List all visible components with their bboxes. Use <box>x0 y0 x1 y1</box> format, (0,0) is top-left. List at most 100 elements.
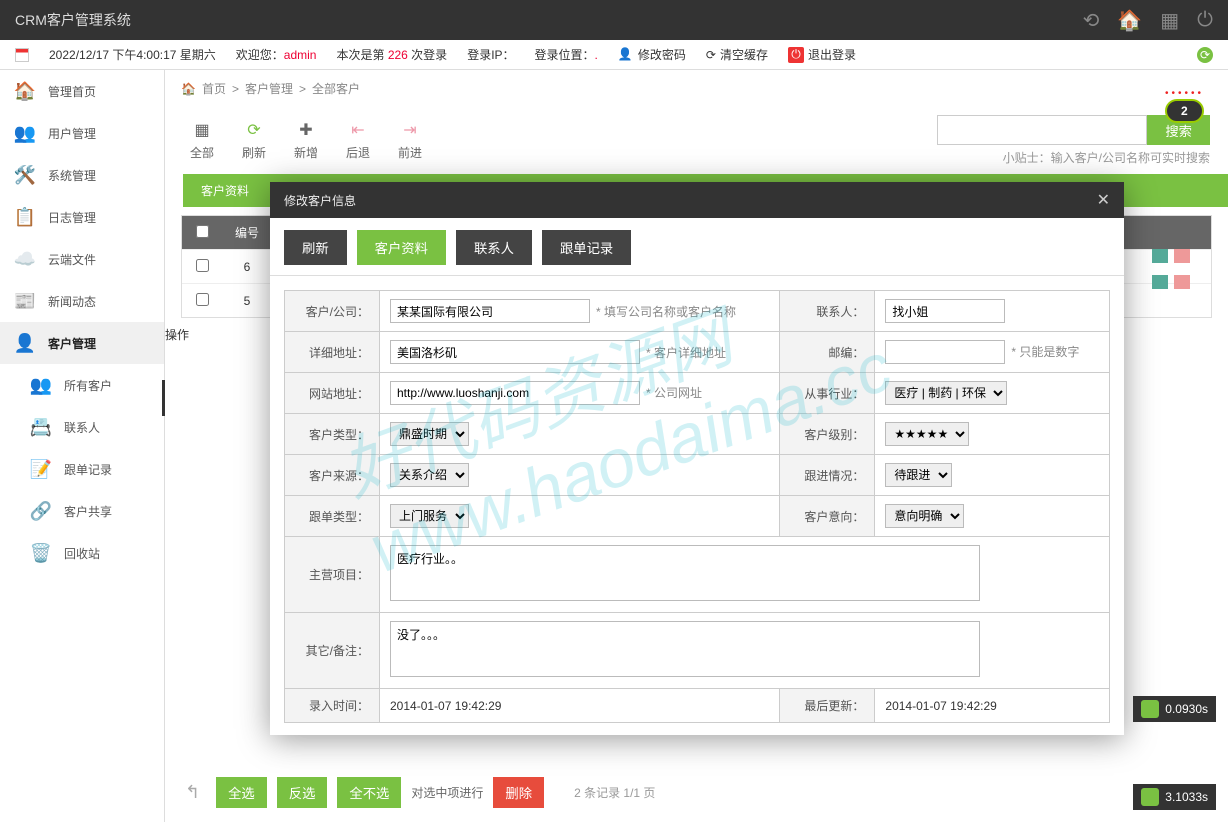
follow-type-select[interactable]: 上门服务 <box>390 504 469 528</box>
bc-p1[interactable]: 客户管理 <box>245 80 293 97</box>
apps-icon[interactable]: ▦ <box>1160 8 1179 33</box>
main-biz-textarea[interactable]: 医疗行业。。 <box>390 545 980 601</box>
infobar: 2022/12/17 下午4:00:17 星期六 欢迎您：admin 本次是第 … <box>0 40 1228 70</box>
app-title: CRM客户管理系统 <box>15 10 1083 30</box>
select-none-button[interactable]: 全不选 <box>337 777 401 808</box>
intent-select[interactable]: 意向明确 <box>885 504 964 528</box>
delete-icon[interactable] <box>1174 249 1190 263</box>
type-select[interactable]: 鼎盛时期 <box>390 422 469 446</box>
remark-textarea[interactable]: 没了。。。 <box>390 621 980 677</box>
select-all-checkbox[interactable] <box>196 225 209 238</box>
note-icon: 📝 <box>30 458 52 480</box>
edit-icon[interactable] <box>1152 249 1168 263</box>
tab-followups[interactable]: 跟单记录 <box>542 230 631 265</box>
power-small-icon: ⏻ <box>788 47 804 63</box>
log-icon: 📋 <box>14 206 36 228</box>
tool-all[interactable]: ▦全部 <box>183 120 221 161</box>
sidebar-item-system[interactable]: 🛠️系统管理 <box>0 154 164 196</box>
zip-input[interactable] <box>885 340 1005 364</box>
sidebar-item-logs[interactable]: 📋日志管理 <box>0 196 164 238</box>
notif-count: 2 <box>1165 99 1204 123</box>
home-icon[interactable]: 🏠 <box>1117 8 1142 33</box>
sidebar-item-cloud[interactable]: ☁️云端文件 <box>0 238 164 280</box>
trash-icon: 🗑️ <box>30 542 52 564</box>
breadcrumb: 🏠 首页 > 客户管理 > 全部客户 <box>165 70 1228 107</box>
address-hint: * 客户详细地址 <box>646 346 726 360</box>
lbl-main-biz: 主营项目： <box>285 537 380 613</box>
sidebar-item-home[interactable]: 🏠管理首页 <box>0 70 164 112</box>
delete-icon[interactable] <box>1174 275 1190 289</box>
sidebar-item-trash[interactable]: 🗑️回收站 <box>0 532 164 574</box>
modal-timer-badge: 0.0930s <box>1133 696 1216 722</box>
clear-cache-link[interactable]: ⟳清空缓存 <box>706 46 768 63</box>
modal-header: 修改客户信息 ✕ <box>270 182 1124 218</box>
delete-button[interactable]: 删除 <box>493 777 544 808</box>
power-icon[interactable]: ⏻ <box>1197 9 1213 32</box>
lbl-website: 网站地址： <box>285 373 380 414</box>
tool-add[interactable]: ✚新增 <box>287 120 325 161</box>
level-select[interactable]: ★★★★★ <box>885 422 969 446</box>
sidebar-item-contacts[interactable]: 📇联系人 <box>0 406 164 448</box>
sync-icon[interactable]: ⟲ <box>1083 8 1100 33</box>
sidebar-item-users[interactable]: 👥用户管理 <box>0 112 164 154</box>
customer-icon: 👤 <box>14 332 36 354</box>
address-input[interactable] <box>390 340 640 364</box>
up-arrow-icon: ↰ <box>185 782 200 803</box>
lbl-company: 客户/公司： <box>285 291 380 332</box>
row-checkbox[interactable] <box>196 259 209 272</box>
contact-input[interactable] <box>885 299 1005 323</box>
tab-contacts[interactable]: 联系人 <box>456 230 532 265</box>
sidebar-item-share[interactable]: 🔗客户共享 <box>0 490 164 532</box>
sidebar-item-all-customers[interactable]: 👥所有客户 <box>0 364 164 406</box>
created-value: 2014-01-07 19:42:29 <box>380 689 780 723</box>
website-input[interactable] <box>390 381 640 405</box>
tool-back[interactable]: ⇤后退 <box>339 120 377 161</box>
sidebar-item-followups[interactable]: 📝跟单记录 <box>0 448 164 490</box>
close-icon[interactable]: ✕ <box>1097 190 1110 210</box>
invert-select-button[interactable]: 反选 <box>277 777 328 808</box>
forward-icon: ⇥ <box>403 120 416 140</box>
sidebar-item-news[interactable]: 📰新闻动态 <box>0 280 164 322</box>
industry-select[interactable]: 医疗 | 制药 | 环保 <box>885 381 1007 405</box>
sidebar-item-customers[interactable]: 👤客户管理 <box>0 322 164 364</box>
users-icon: 👥 <box>30 374 52 396</box>
topbar: CRM客户管理系统 ⟲ 🏠 ▦ ⏻ <box>0 0 1228 40</box>
login-count-prefix: 本次是第 <box>336 48 387 62</box>
lbl-address: 详细地址： <box>285 332 380 373</box>
notification-bubble[interactable]: •••••• 2 <box>1165 88 1204 123</box>
login-ip: 登录IP： <box>467 46 514 63</box>
company-input[interactable] <box>390 299 590 323</box>
modal-body: 客户/公司： * 填写公司名称或客户名称 联系人： 详细地址： * 客户详细地址… <box>270 276 1124 735</box>
change-password-link[interactable]: 👤修改密码 <box>618 46 686 63</box>
row-checkbox[interactable] <box>196 293 209 306</box>
search-input[interactable] <box>937 115 1147 145</box>
logout-link[interactable]: ⏻退出登录 <box>788 46 856 63</box>
refresh-icon: ⟳ <box>247 120 260 140</box>
modal-tabs: 刷新 客户资料 联系人 跟单记录 <box>270 218 1124 276</box>
company-hint: * 填写公司名称或客户名称 <box>596 305 736 319</box>
lbl-created: 录入时间： <box>285 689 380 723</box>
tool-fwd[interactable]: ⇥前进 <box>391 120 429 161</box>
sidebar: 🏠管理首页 👥用户管理 🛠️系统管理 📋日志管理 ☁️云端文件 📰新闻动态 👤客… <box>0 70 165 822</box>
status-select[interactable]: 待跟进 <box>885 463 952 487</box>
edit-icon[interactable] <box>1152 275 1168 289</box>
source-select[interactable]: 关系介绍 <box>390 463 469 487</box>
contact-icon: 📇 <box>30 416 52 438</box>
refresh-button[interactable]: ⟳ <box>1197 47 1213 63</box>
tab-customer-info[interactable]: 客户资料 <box>357 230 446 265</box>
lbl-zip: 邮编： <box>780 332 875 373</box>
page-timer-badge: 3.1033s <box>1133 784 1216 810</box>
leaf-icon <box>1141 700 1159 718</box>
lbl-follow-type: 跟单类型： <box>285 496 380 537</box>
select-all-button[interactable]: 全选 <box>216 777 267 808</box>
login-loc-val: . <box>595 48 598 62</box>
tool-refresh[interactable]: ⟳刷新 <box>235 120 273 161</box>
modal-title: 修改客户信息 <box>284 192 356 209</box>
footer: ↰ 全选 反选 全不选 对选中项进行 删除 2 条记录 1/1 页 <box>165 763 1228 822</box>
user-icon: 👤 <box>618 47 634 63</box>
users-icon: 👥 <box>14 122 36 144</box>
bc-home[interactable]: 首页 <box>202 80 226 97</box>
lbl-level: 客户级别： <box>780 414 875 455</box>
lbl-industry: 从事行业： <box>780 373 875 414</box>
tab-refresh[interactable]: 刷新 <box>284 230 347 265</box>
